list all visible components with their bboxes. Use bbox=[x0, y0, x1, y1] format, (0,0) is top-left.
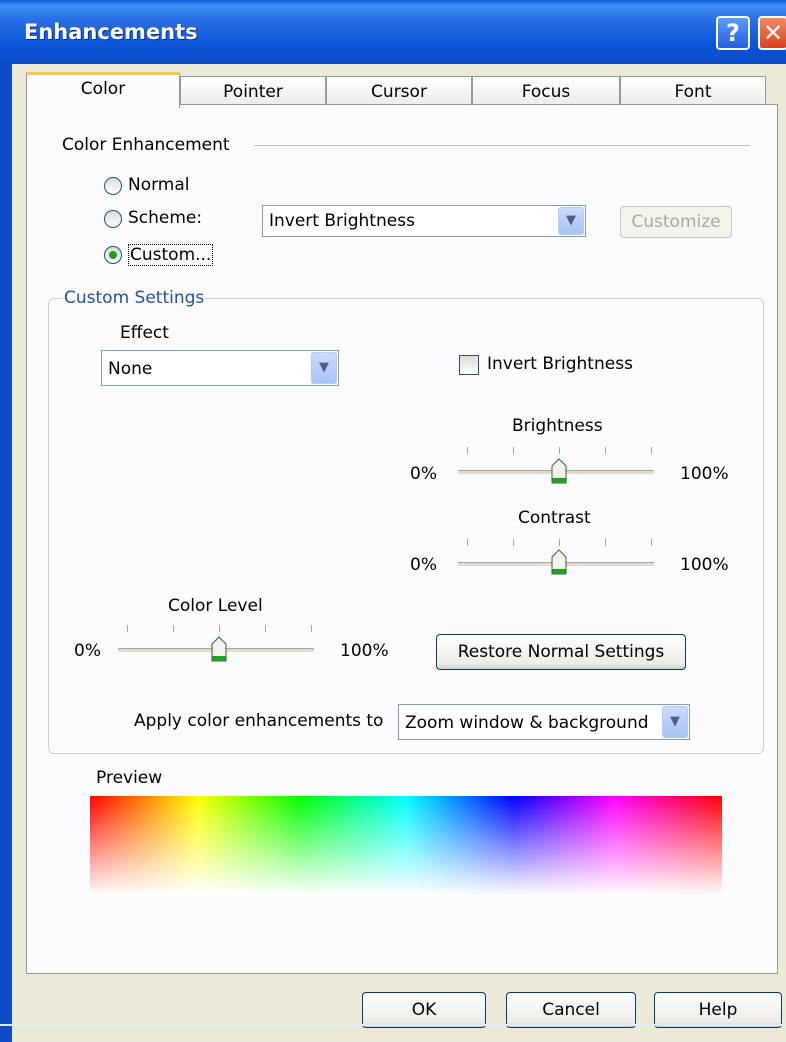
contrast-tick bbox=[559, 539, 560, 546]
color-level-tick bbox=[173, 625, 174, 632]
color-preview-spectrum bbox=[90, 796, 722, 896]
contrast-min-label: 0% bbox=[410, 555, 437, 575]
apply-to-value: Zoom window & background bbox=[405, 713, 649, 733]
scheme-select[interactable]: Invert Brightness ▼ bbox=[262, 205, 586, 237]
scheme-select-value: Invert Brightness bbox=[269, 211, 415, 231]
color-level-max-label: 100% bbox=[340, 641, 389, 661]
help-icon[interactable]: ? bbox=[716, 16, 750, 50]
restore-normal-settings-button[interactable]: Restore Normal Settings bbox=[436, 634, 686, 670]
invert-brightness-checkbox[interactable] bbox=[459, 355, 479, 375]
radio-normal-label[interactable]: Normal bbox=[128, 175, 190, 195]
brightness-max-label: 100% bbox=[680, 464, 729, 484]
effect-select[interactable]: None ▼ bbox=[101, 350, 339, 386]
radio-scheme-label[interactable]: Scheme: bbox=[128, 208, 202, 228]
color-level-slider-thumb[interactable] bbox=[211, 636, 227, 662]
radio-custom[interactable] bbox=[104, 246, 122, 264]
brightness-tick bbox=[467, 447, 468, 454]
chevron-down-icon[interactable]: ▼ bbox=[662, 706, 688, 738]
effect-label: Effect bbox=[120, 323, 169, 343]
brightness-tick bbox=[513, 447, 514, 454]
title-bar[interactable]: Enhancements ? ✕ bbox=[0, 0, 786, 64]
custom-settings-heading: Custom Settings bbox=[62, 288, 207, 308]
brightness-min-label: 0% bbox=[410, 464, 437, 484]
tab-pointer[interactable]: Pointer bbox=[180, 76, 326, 106]
color-level-tick bbox=[219, 625, 220, 632]
radio-selected-dot bbox=[109, 251, 117, 259]
contrast-max-label: 100% bbox=[680, 555, 729, 575]
window-title: Enhancements bbox=[24, 20, 198, 44]
color-level-min-label: 0% bbox=[74, 641, 101, 661]
customize-button[interactable]: Customize bbox=[620, 206, 732, 238]
radio-scheme[interactable] bbox=[104, 210, 122, 228]
contrast-tick bbox=[513, 539, 514, 546]
effect-select-value: None bbox=[108, 359, 153, 379]
ok-button[interactable]: OK bbox=[362, 992, 486, 1028]
tab-focus[interactable]: Focus bbox=[472, 76, 620, 106]
window-bottom-edge bbox=[0, 1024, 786, 1026]
apply-to-select[interactable]: Zoom window & background ▼ bbox=[398, 704, 690, 740]
brightness-slider-thumb[interactable] bbox=[551, 458, 567, 484]
color-level-tick bbox=[127, 625, 128, 632]
chevron-down-icon[interactable]: ▼ bbox=[558, 207, 584, 235]
tab-font[interactable]: Font bbox=[620, 76, 766, 106]
group-divider bbox=[254, 145, 750, 146]
help-button[interactable]: Help bbox=[654, 992, 782, 1028]
brightness-tick bbox=[651, 447, 652, 454]
enhancements-dialog: Enhancements ? ✕ Color Pointer Cursor Fo… bbox=[0, 0, 786, 1042]
apply-label: Apply color enhancements to bbox=[134, 711, 384, 731]
color-level-tick bbox=[265, 625, 266, 632]
preview-label: Preview bbox=[96, 768, 163, 788]
contrast-tick bbox=[467, 539, 468, 546]
radio-normal[interactable] bbox=[104, 177, 122, 195]
contrast-tick bbox=[605, 539, 606, 546]
brightness-tick bbox=[559, 447, 560, 454]
radio-custom-label[interactable]: Custom... bbox=[128, 244, 214, 266]
chevron-down-icon[interactable]: ▼ bbox=[311, 352, 337, 384]
contrast-slider-thumb[interactable] bbox=[551, 549, 567, 575]
close-icon[interactable]: ✕ bbox=[758, 16, 786, 50]
color-level-tick bbox=[311, 625, 312, 632]
color-enhancement-heading: Color Enhancement bbox=[62, 135, 230, 155]
brightness-tick bbox=[605, 447, 606, 454]
tab-cursor[interactable]: Cursor bbox=[326, 76, 472, 106]
color-level-label: Color Level bbox=[168, 596, 263, 616]
brightness-label: Brightness bbox=[512, 416, 603, 436]
tab-color[interactable]: Color bbox=[26, 72, 180, 108]
contrast-label: Contrast bbox=[518, 508, 591, 528]
window-frame bbox=[0, 64, 12, 1042]
invert-brightness-label[interactable]: Invert Brightness bbox=[487, 354, 633, 374]
cancel-button[interactable]: Cancel bbox=[506, 992, 636, 1028]
contrast-tick bbox=[651, 539, 652, 546]
